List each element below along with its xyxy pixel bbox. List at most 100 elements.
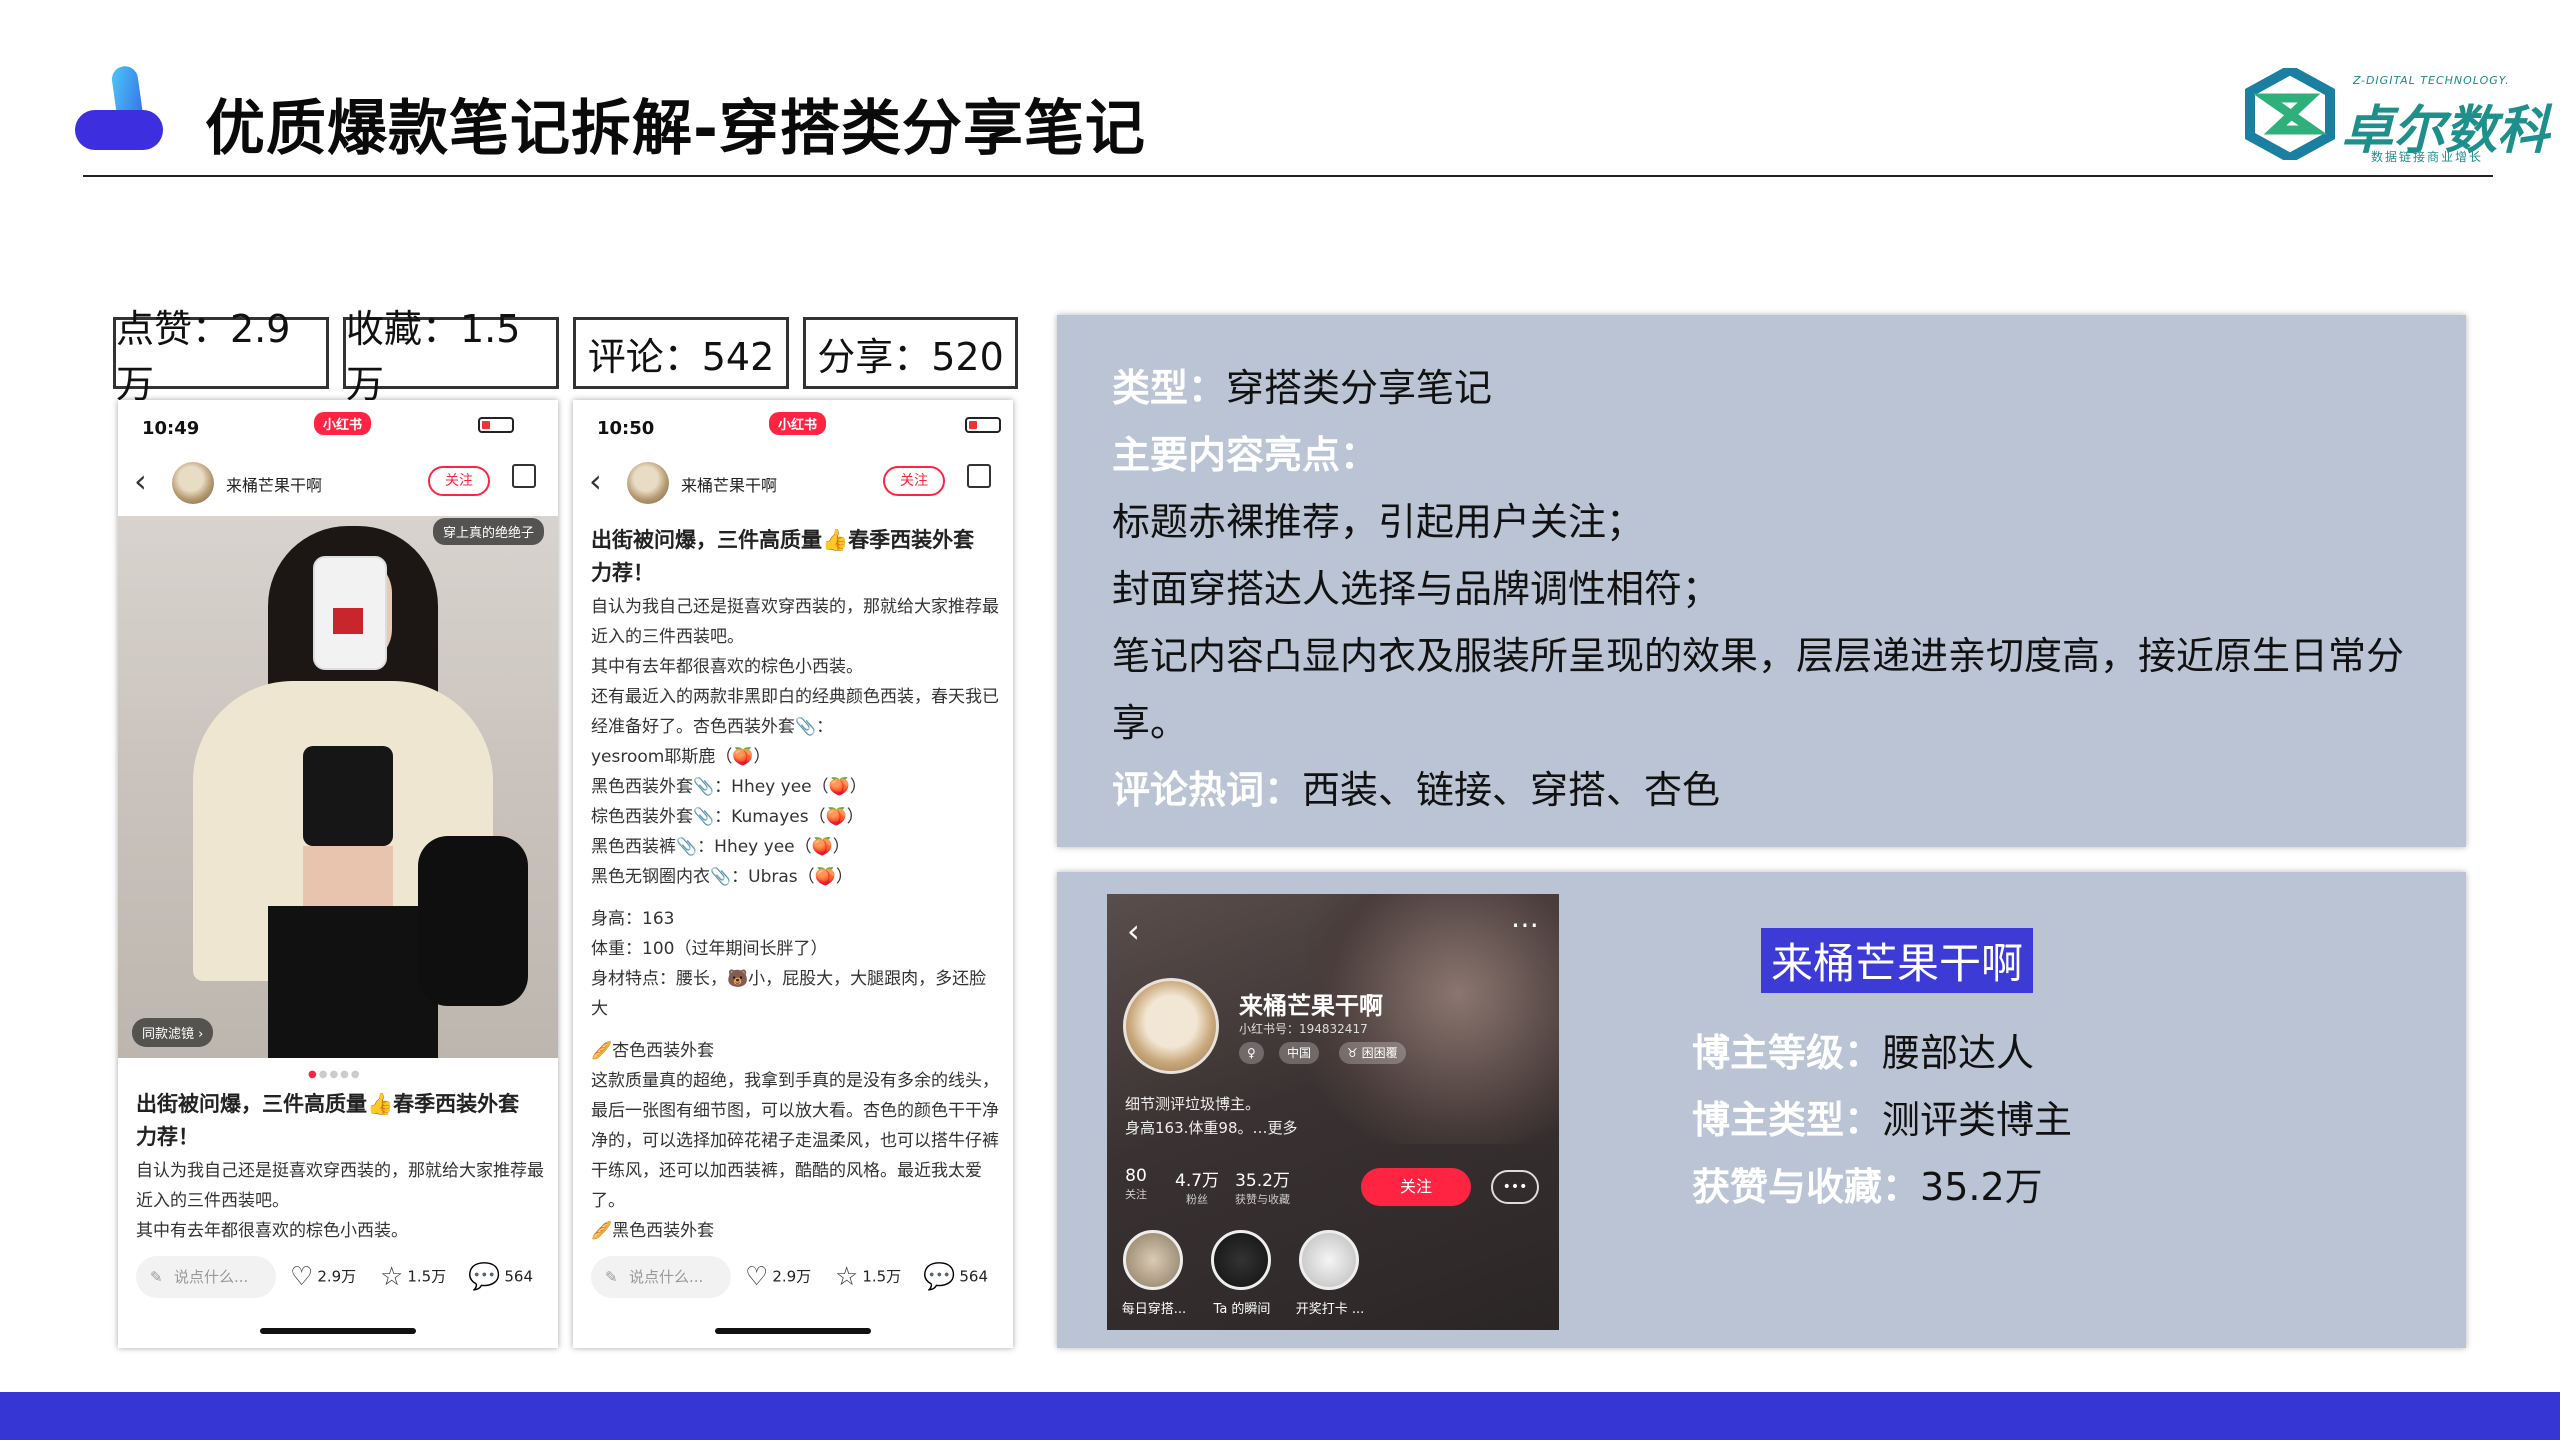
post-paragraph: 黑色无钢圈内衣📎：Ubras（🍑） [591, 867, 853, 887]
comment-icon: 💬 [468, 1262, 501, 1292]
heart-icon: ♡ [745, 1262, 769, 1292]
status-time: 10:49 [142, 418, 200, 439]
blogger-panel: ‹ ⋯ 来桶芒果干啊 小红书号：194832417 ♀ 中国 ♉ 困困覆 细节测… [1057, 872, 2466, 1348]
stat-following[interactable]: 80 关注 [1125, 1166, 1147, 1202]
blogger-type: 博主类型：测评类博主 [1692, 1087, 2072, 1154]
keywords-key: 评论热词： [1112, 768, 1303, 812]
bio-line[interactable]: 身高163.体重98。…更多 [1125, 1116, 1298, 1140]
collect-count: 1.5万 [407, 1267, 447, 1286]
profile-id: 小红书号：194832417 [1239, 1022, 1368, 1036]
home-indicator [715, 1328, 871, 1334]
collect-button[interactable]: ☆ 1.5万 [835, 1262, 901, 1292]
analysis-panel: 类型：穿搭类分享笔记 主要内容亮点： 标题赤裸推荐，引起用户关注； 封面穿搭达人… [1057, 315, 2466, 847]
follow-button[interactable]: 关注 [428, 466, 490, 496]
post-title: 出街被问爆，三件高质量👍春季西装外套力荐！ [136, 1092, 520, 1149]
stat-label: 获赞与收藏 [1235, 1193, 1290, 1206]
like-button[interactable]: ♡ 2.9万 [290, 1262, 356, 1292]
comment-input[interactable]: ✎ 说点什么... [591, 1256, 731, 1298]
message-icon[interactable]: ••• [1491, 1170, 1539, 1204]
comment-button[interactable]: 💬 564 [468, 1262, 533, 1292]
comment-button[interactable]: 💬 564 [923, 1262, 988, 1292]
back-icon[interactable]: ‹ [589, 462, 602, 500]
post-paragraph: 棕色西装外套📎：Kumayes（🍑） [591, 807, 864, 827]
avatar[interactable] [627, 462, 669, 504]
stat-label: 粉丝 [1186, 1193, 1209, 1206]
author-name[interactable]: 来桶芒果干啊 [681, 472, 777, 496]
type-key: 博主类型： [1692, 1098, 1883, 1142]
highlight-item: 笔记内容凸显内衣及服装所呈现的效果，层层递进亲切度高，接近原生日常分 [1112, 634, 2405, 678]
comment-input[interactable]: ✎ 说点什么... [136, 1256, 276, 1298]
comment-count: 564 [959, 1267, 989, 1286]
carousel-dots: ●●●●● [308, 1069, 362, 1080]
author-name[interactable]: 来桶芒果干啊 [226, 472, 322, 496]
like-button[interactable]: ♡ 2.9万 [745, 1262, 811, 1292]
location-chip: 中国 [1279, 1042, 1320, 1064]
type-key: 类型： [1112, 366, 1227, 410]
type-line: 类型：穿搭类分享笔记 [1112, 355, 2412, 422]
stat-collects: 收藏：1.5万 [343, 307, 559, 406]
collect-button[interactable]: ☆ 1.5万 [380, 1262, 446, 1292]
post-paragraph: 身材特点：腰长，🐻小，屁股大，大腿跟肉，多还脸大 [591, 969, 987, 1019]
redbook-badge: 小红书 [769, 412, 827, 435]
post-paragraph: yesroom耶斯鹿（🍑） [591, 747, 771, 767]
brand-english: Z-DIGITAL TECHNOLOGY. [2353, 74, 2510, 87]
post-paragraph: 自认为我自己还是挺喜欢穿西装的，那就给大家推荐最近入的三件西装吧。 [136, 1161, 544, 1211]
brand-logo: Z-DIGITAL TECHNOLOGY. 卓尔数科 数据链接商业增长 [2245, 66, 2549, 164]
avatar[interactable] [1123, 978, 1219, 1074]
highlight-item: 标题赤裸推荐，引起用户关注； [1112, 500, 1645, 544]
comment-count: 564 [504, 1267, 534, 1286]
collection-cover[interactable] [1299, 1230, 1359, 1290]
share-icon[interactable] [512, 464, 536, 488]
profile-screenshot: ‹ ⋯ 来桶芒果干啊 小红书号：194832417 ♀ 中国 ♉ 困困覆 细节测… [1107, 894, 1559, 1330]
photo-tag[interactable]: 穿上真的绝绝子 [432, 518, 544, 545]
redbook-badge: 小红书 [314, 412, 372, 435]
post-body: 自认为我自己还是挺喜欢穿西装的，那就给大家推荐最近入的三件西装吧。 其中有去年都… [591, 592, 1001, 1246]
avatar[interactable] [172, 462, 214, 504]
post-paragraph: 🥖杏色西装外套 [591, 1041, 715, 1061]
filter-button[interactable]: 同款滤镜 › [132, 1018, 214, 1047]
battery-icon [965, 417, 1001, 433]
level-key: 博主等级： [1692, 1031, 1883, 1075]
likes-value: 35.2万 [1920, 1165, 2043, 1209]
type-value: 测评类博主 [1882, 1098, 2073, 1142]
phone-screenshot-2: 10:50 小红书 ‹ 来桶芒果干啊 关注 出街被问爆，三件高质量👍春季西装外套… [573, 400, 1013, 1348]
home-indicator [260, 1328, 416, 1334]
comment-placeholder: 说点什么... [629, 1268, 704, 1286]
highlights-key: 主要内容亮点： [1112, 433, 1379, 477]
like-count: 2.9万 [317, 1267, 357, 1286]
stat-followers[interactable]: 4.7万 粉丝 [1175, 1166, 1219, 1207]
heart-icon: ♡ [290, 1262, 314, 1292]
blogger-name: 来桶芒果干啊 [1761, 928, 2034, 993]
star-icon: ☆ [835, 1262, 859, 1292]
action-bar: ✎ 说点什么... ♡ 2.9万 ☆ 1.5万 💬 564 [118, 1248, 558, 1318]
footer-bar [0, 1392, 2560, 1440]
follow-button[interactable]: 关注 [1361, 1168, 1471, 1206]
share-icon[interactable] [967, 464, 991, 488]
follow-button[interactable]: 关注 [883, 466, 945, 496]
back-icon[interactable]: ‹ [134, 462, 147, 500]
app-logo [75, 66, 163, 150]
stat-likes: 点赞：2.9万 [113, 307, 329, 406]
stat-number: 35.2万 [1235, 1171, 1290, 1191]
collection-cover[interactable] [1211, 1230, 1271, 1290]
post-paragraph: 黑色西装裤📎：Hhey yee（🍑） [591, 837, 850, 857]
comment-placeholder: 说点什么... [174, 1268, 249, 1286]
post-paragraph: 这款质量真的超绝，我拿到手真的是没有多余的线头，最后一张图有细节图，可以放大看。… [591, 1071, 999, 1211]
collection-cover[interactable] [1123, 1230, 1183, 1290]
cover-photo[interactable] [118, 516, 558, 1058]
header-divider [83, 175, 2493, 177]
gender-chip: ♀ [1239, 1042, 1264, 1064]
post-paragraph: 其中有去年都很喜欢的棕色小西装。 [591, 657, 863, 677]
post-paragraph: 身高：163 [591, 909, 675, 929]
post-paragraph: 自认为我自己还是挺喜欢穿西装的，那就给大家推荐最近入的三件西装吧。 [591, 597, 999, 647]
back-icon[interactable]: ‹ [1127, 912, 1140, 950]
more-icon[interactable]: ⋯ [1511, 908, 1539, 941]
highlight-item: 享。 [1112, 701, 1189, 745]
post-paragraph: 其中有去年都很喜欢的棕色小西装。 [136, 1221, 408, 1241]
sign-chip: ♉ 困困覆 [1339, 1042, 1406, 1064]
brand-mark-icon [2245, 68, 2335, 160]
blogger-likes: 获赞与收藏：35.2万 [1692, 1154, 2043, 1221]
stat-likes-collects[interactable]: 35.2万获赞与收藏 [1235, 1166, 1290, 1207]
battery-icon [478, 417, 514, 433]
page-title: 优质爆款笔记拆解-穿搭类分享笔记 [205, 94, 1146, 164]
